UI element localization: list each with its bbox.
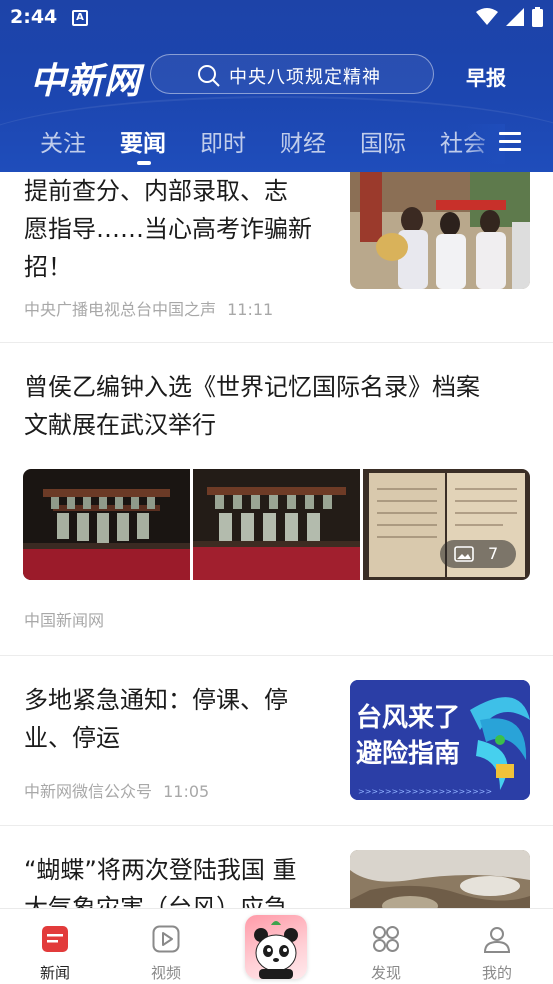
news-title: 曾侯乙编钟入选《世界记忆国际名录》档案 文献展在武汉举行 xyxy=(24,373,480,439)
news-item[interactable]: “蝴蝶”将两次登陆我国 重 大气象灾害（台风）应急 xyxy=(0,826,553,908)
news-icon xyxy=(42,926,68,952)
typhoon-guide-text: 台风来了 避险指南 xyxy=(356,703,461,769)
nav-video[interactable]: 视频 xyxy=(126,909,206,984)
nav-discover-label: 发现 xyxy=(370,964,401,982)
channel-menu-icon[interactable] xyxy=(499,132,521,152)
profile-icon xyxy=(483,927,511,953)
news-thumbnail xyxy=(350,172,530,289)
app-header: 2:44 A 中新网 中央八项规定精神 早报 关注 要闻 即时 财经 国际 社会 xyxy=(0,0,553,172)
news-meta: 中央广播电视总台中国之声 11:11 xyxy=(24,296,273,320)
video-icon xyxy=(152,925,180,953)
satellite-map xyxy=(350,850,530,908)
active-tab-indicator xyxy=(137,161,151,165)
nav-discover[interactable]: 发现 xyxy=(346,909,426,984)
photo-grid[interactable]: 7 xyxy=(23,469,530,580)
news-source: 中央广播电视总台中国之声 xyxy=(24,300,217,319)
news-source: 中国新闻网 xyxy=(24,611,105,630)
panda-icon xyxy=(254,921,298,979)
photo-count-badge: 7 xyxy=(440,540,516,568)
signal-icon xyxy=(506,8,524,26)
news-item[interactable]: 提前查分、内部录取、志 愿指导……当心高考诈骗新 招！ 中央广播电视总台中国之声… xyxy=(0,172,553,343)
system-icons xyxy=(476,7,543,27)
news-time: 11:11 xyxy=(227,300,274,319)
nav-news[interactable]: 新闻 xyxy=(15,909,95,984)
morning-report-label: 早报 xyxy=(466,66,506,90)
news-thumbnail xyxy=(350,850,530,908)
tab-follow[interactable]: 关注 xyxy=(40,124,86,158)
search-placeholder: 中央八项规定精神 xyxy=(229,67,381,88)
nav-video-label: 视频 xyxy=(150,964,181,982)
news-title: 多地紧急通知：停课、停 业、停运 xyxy=(24,686,288,752)
tab-international[interactable]: 国际 xyxy=(360,124,406,158)
morning-report-button[interactable]: 早报 xyxy=(466,54,518,91)
tab-headlines[interactable]: 要闻 xyxy=(120,124,166,158)
tab-instant[interactable]: 即时 xyxy=(200,124,246,158)
bells-photo-2 xyxy=(193,469,360,580)
wifi-icon xyxy=(476,8,498,25)
panda-center-button[interactable] xyxy=(245,915,307,979)
news-item[interactable]: 多地紧急通知：停课、停 业、停运 中新网微信公众号 11:05 >>>>>>>>… xyxy=(0,656,553,826)
discover-icon xyxy=(373,926,399,952)
news-title: “蝴蝶”将两次登陆我国 重 大气象灾害（台风）应急 xyxy=(24,856,297,908)
news-feed: 提前查分、内部录取、志 愿指导……当心高考诈骗新 招！ 中央广播电视总台中国之声… xyxy=(0,172,553,908)
tab-finance[interactable]: 财经 xyxy=(280,124,326,158)
news-item[interactable]: 曾侯乙编钟入选《世界记忆国际名录》档案 文献展在武汉举行 7 中国新闻网 xyxy=(0,343,553,656)
svg-text:>>>>>>>>>>>>>>>>>>>>: >>>>>>>>>>>>>>>>>>>> xyxy=(358,787,492,796)
news-time: 11:05 xyxy=(163,782,210,801)
nav-profile-label: 我的 xyxy=(481,964,512,982)
news-meta: 中新网微信公众号 11:05 xyxy=(24,778,209,802)
bottom-navigation: 新闻 视频 发现 我的 xyxy=(0,908,553,984)
channel-tabs: 关注 要闻 即时 财经 国际 社会 xyxy=(0,124,553,165)
search-bar[interactable]: 中央八项规定精神 xyxy=(150,54,434,94)
status-bar: 2:44 A xyxy=(0,0,553,36)
document-photo: 7 xyxy=(363,469,530,580)
app-logo[interactable]: 中新网 xyxy=(30,52,141,104)
students-photo xyxy=(350,172,530,289)
photo-count: 7 xyxy=(488,544,499,563)
battery-icon xyxy=(532,7,543,27)
image-icon xyxy=(454,546,474,562)
bells-photo-1 xyxy=(23,469,190,580)
nav-profile[interactable]: 我的 xyxy=(457,909,537,984)
news-thumbnail: >>>>>>>>>>>>>>>>>>>> 台风来了 避险指南 xyxy=(350,680,530,800)
search-icon xyxy=(198,65,220,87)
news-meta: 中国新闻网 xyxy=(24,607,104,631)
news-title: 提前查分、内部录取、志 愿指导……当心高考诈骗新 招！ xyxy=(24,177,312,281)
notification-icon: A xyxy=(72,10,88,26)
status-time: 2:44 xyxy=(10,6,58,28)
news-source: 中新网微信公众号 xyxy=(24,782,153,801)
nav-news-label: 新闻 xyxy=(39,964,70,982)
